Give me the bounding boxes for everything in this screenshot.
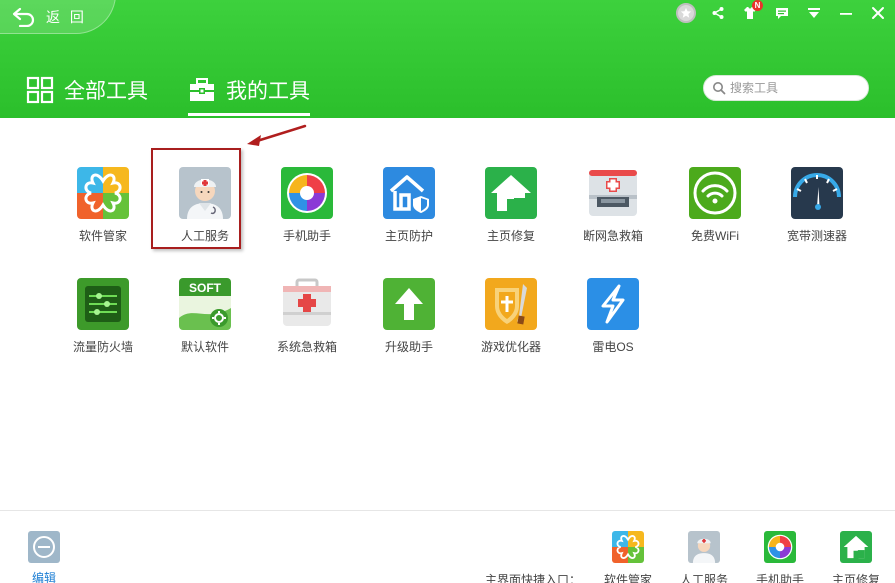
close-button[interactable] xyxy=(867,3,889,23)
tool-system-firstaid[interactable]: 系统急救箱 xyxy=(256,278,358,389)
skin-button[interactable]: N xyxy=(739,0,763,23)
search-icon xyxy=(713,82,726,95)
close-icon xyxy=(872,7,884,19)
homepage-protect-icon xyxy=(383,167,435,219)
tool-label: 免费WiFi xyxy=(691,229,739,243)
tool-label: 升级助手 xyxy=(384,340,433,354)
quick-item-label: 软件管家 xyxy=(603,573,652,583)
network-firstaid-icon xyxy=(587,167,639,219)
software-manager-icon xyxy=(612,531,644,563)
tool-default-software[interactable]: SOFT 默认软件 xyxy=(154,278,256,389)
quick-item-software-manager[interactable]: 软件管家 xyxy=(590,531,666,583)
tool-label: 雷电OS xyxy=(592,340,634,354)
notification-badge: N xyxy=(752,0,763,11)
software-manager-icon xyxy=(77,167,129,219)
tool-label: 主页防护 xyxy=(384,229,433,243)
menu-dropdown-icon xyxy=(808,8,820,18)
traffic-firewall-icon xyxy=(77,278,129,330)
search-box xyxy=(703,75,869,101)
tool-speed-test[interactable]: 宽带测速器 xyxy=(766,167,868,278)
tool-label: 系统急救箱 xyxy=(276,340,337,354)
back-arrow-icon xyxy=(12,7,35,27)
tool-software-manager[interactable]: 软件管家 xyxy=(52,167,154,278)
tool-traffic-firewall[interactable]: 流量防火墙 xyxy=(52,278,154,389)
back-button[interactable]: 返 回 xyxy=(12,6,87,28)
tool-homepage-repair[interactable]: 主页修复 xyxy=(460,167,562,278)
header-bar: 返 回 N 全部工具 我的工具 搜索工具 xyxy=(0,0,895,118)
tool-label: 主页修复 xyxy=(486,229,535,243)
system-firstaid-icon xyxy=(281,278,333,330)
message-icon xyxy=(776,8,788,19)
tool-thunder-os[interactable]: 雷电OS xyxy=(562,278,664,389)
edit-button[interactable]: 编辑 xyxy=(26,531,62,583)
message-button[interactable] xyxy=(771,3,793,23)
footer-bar: 编辑 主界面快捷入口： 软件管家 人工服务 手机助手 主页修复 xyxy=(0,510,895,583)
window-controls: N xyxy=(675,0,889,24)
tool-label: 默认软件 xyxy=(180,340,229,354)
quick-item-customer-service[interactable]: 人工服务 xyxy=(666,531,742,583)
wifi-icon xyxy=(689,167,741,219)
thunder-os-icon xyxy=(587,278,639,330)
default-software-icon: SOFT xyxy=(179,278,231,330)
tool-free-wifi[interactable]: 免费WiFi xyxy=(664,167,766,278)
grid-icon xyxy=(26,76,54,104)
tab-all-tools[interactable]: 全部工具 xyxy=(26,70,148,110)
quick-item-label: 手机助手 xyxy=(755,573,804,583)
search-input[interactable] xyxy=(730,81,860,95)
tool-network-firstaid[interactable]: 断网急救箱 xyxy=(562,167,664,278)
tool-label: 手机助手 xyxy=(282,229,331,243)
homepage-repair-icon xyxy=(485,167,537,219)
tool-label: 断网急救箱 xyxy=(582,229,643,243)
tool-phone-assistant[interactable]: 手机助手 xyxy=(256,167,358,278)
back-label: 返 回 xyxy=(46,9,87,25)
customer-service-icon xyxy=(179,167,231,219)
minus-circle-icon xyxy=(28,531,60,563)
tool-customer-service[interactable]: 人工服务 xyxy=(154,167,256,278)
quick-item-phone-assistant[interactable]: 手机助手 xyxy=(742,531,818,583)
toolbox-icon xyxy=(190,78,214,101)
phone-assistant-icon xyxy=(281,167,333,219)
annotation-arrow xyxy=(247,124,307,146)
tool-label: 宽带测速器 xyxy=(786,229,847,243)
tab-all-tools-label: 全部工具 xyxy=(64,80,148,103)
rating-button[interactable] xyxy=(675,3,697,23)
star-badge-icon xyxy=(676,3,696,23)
soft-badge-text: SOFT xyxy=(189,281,222,295)
quick-entry-list: 软件管家 人工服务 手机助手 主页修复 xyxy=(590,531,894,583)
phone-assistant-icon xyxy=(764,531,796,563)
upgrade-icon xyxy=(383,278,435,330)
tool-homepage-protect[interactable]: 主页防护 xyxy=(358,167,460,278)
speedometer-icon xyxy=(791,167,843,219)
quick-item-label: 人工服务 xyxy=(679,573,728,583)
tools-grid: 软件管家 人工服务 手机助手 主页防护 主页修复 断网急救箱 免费WiFi 宽带… xyxy=(52,167,872,389)
minimize-icon xyxy=(840,13,852,15)
tool-game-optimizer[interactable]: 游戏优化器 xyxy=(460,278,562,389)
tool-tabs: 全部工具 我的工具 xyxy=(26,70,310,116)
game-optimizer-icon xyxy=(485,278,537,330)
tool-label: 流量防火墙 xyxy=(72,340,133,354)
quick-entry-label: 主界面快捷入口： xyxy=(485,573,582,583)
homepage-repair-icon xyxy=(840,531,872,563)
edit-label: 编辑 xyxy=(31,571,56,583)
customer-service-icon xyxy=(688,531,720,563)
quick-item-label: 主页修复 xyxy=(831,573,880,583)
share-button[interactable] xyxy=(707,3,729,23)
minimize-button[interactable] xyxy=(835,3,857,23)
share-icon xyxy=(712,7,724,19)
tool-label: 游戏优化器 xyxy=(480,340,541,354)
tool-label: 人工服务 xyxy=(180,229,229,243)
tool-upgrade-assistant[interactable]: 升级助手 xyxy=(358,278,460,389)
tool-label: 软件管家 xyxy=(78,229,127,243)
tab-my-tools-label: 我的工具 xyxy=(226,80,310,103)
menu-button[interactable] xyxy=(803,3,825,23)
tab-my-tools[interactable]: 我的工具 xyxy=(188,70,310,116)
quick-item-homepage-repair[interactable]: 主页修复 xyxy=(818,531,894,583)
